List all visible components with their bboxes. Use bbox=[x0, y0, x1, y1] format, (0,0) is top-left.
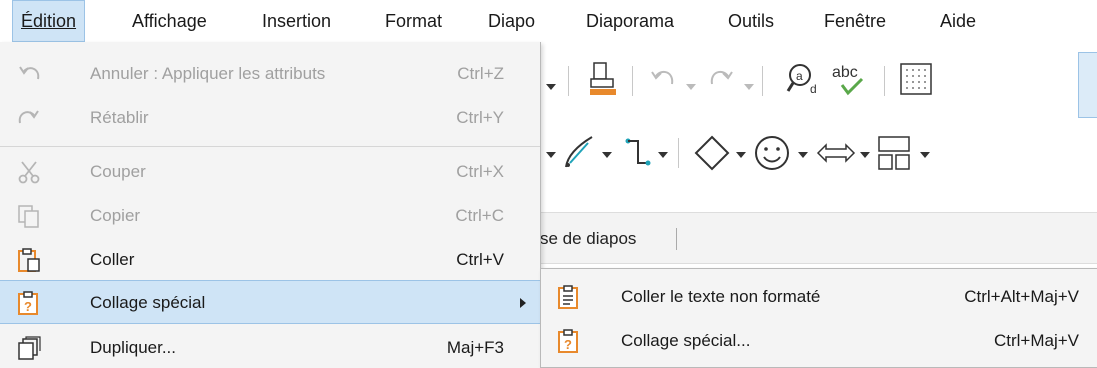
menu-label: Édition bbox=[21, 11, 77, 31]
symbol-shapes-icon[interactable] bbox=[752, 118, 792, 188]
panel-title: se de diapos bbox=[540, 229, 637, 248]
flowchart-dropdown-icon[interactable] bbox=[920, 152, 930, 158]
svg-text:?: ? bbox=[564, 337, 572, 352]
connector-dropdown-icon[interactable] bbox=[658, 152, 668, 158]
paste-special-icon: ? bbox=[16, 290, 42, 316]
menu-affichage[interactable]: Affichage bbox=[124, 0, 215, 42]
display-grid-icon[interactable] bbox=[898, 44, 934, 114]
menu-item-duplicate[interactable]: Dupliquer... Maj+F3 bbox=[0, 326, 540, 368]
menu-aide[interactable]: Aide bbox=[932, 0, 984, 42]
menu-item-label: Couper bbox=[90, 162, 146, 181]
redo-dropdown-icon[interactable] bbox=[744, 84, 754, 90]
menu-item-label: Coller bbox=[90, 250, 135, 269]
paste-unformatted-icon bbox=[557, 284, 581, 310]
toolbar-separator bbox=[568, 66, 569, 96]
menu-outils[interactable]: Outils bbox=[720, 0, 782, 42]
menu-item-copy[interactable]: Copier Ctrl+C bbox=[0, 194, 540, 238]
svg-text:a: a bbox=[796, 69, 803, 83]
dropdown-arrow-icon[interactable] bbox=[546, 152, 556, 158]
spellcheck-icon[interactable]: abc bbox=[832, 44, 868, 114]
menu-label: Diapo bbox=[488, 11, 536, 31]
redo-toolbar-icon[interactable] bbox=[706, 44, 736, 114]
duplicate-icon bbox=[16, 335, 42, 361]
menu-label: Aide bbox=[940, 11, 977, 31]
clone-formatting-icon[interactable] bbox=[588, 44, 618, 114]
find-replace-icon[interactable]: ad bbox=[786, 44, 822, 114]
menu-label: Format bbox=[385, 11, 443, 31]
undo-toolbar-icon[interactable] bbox=[648, 44, 678, 114]
menu-separator bbox=[0, 146, 540, 147]
submenu-item-paste-unformatted[interactable]: Coller le texte non formaté Ctrl+Alt+Maj… bbox=[541, 275, 1097, 319]
menu-item-shortcut: Ctrl+X bbox=[456, 162, 504, 181]
flowchart-icon[interactable] bbox=[876, 118, 912, 188]
connector-tool-icon[interactable] bbox=[624, 118, 654, 188]
paste-icon bbox=[16, 247, 42, 273]
paste-special-dialog-icon: ? bbox=[557, 328, 581, 354]
menu-item-label: Dupliquer... bbox=[90, 338, 176, 357]
redo-icon bbox=[16, 105, 42, 131]
menu-edition[interactable]: Édition bbox=[12, 0, 86, 42]
menu-item-shortcut: Ctrl+Y bbox=[456, 108, 504, 127]
menu-item-label: Copier bbox=[90, 206, 141, 225]
menu-diapo[interactable]: Diapo bbox=[480, 0, 543, 42]
menu-label: Affichage bbox=[132, 11, 207, 31]
edit-menu: Annuler : Appliquer les attributs Ctrl+Z… bbox=[0, 42, 541, 368]
menu-fenetre[interactable]: Fenêtre bbox=[816, 0, 894, 42]
paste-special-submenu: Coller le texte non formaté Ctrl+Alt+Maj… bbox=[540, 268, 1097, 368]
arrows-dropdown-icon[interactable] bbox=[860, 152, 870, 158]
symbol-dropdown-icon[interactable] bbox=[798, 152, 808, 158]
svg-text:d: d bbox=[810, 82, 817, 96]
shapes-dropdown-icon[interactable] bbox=[736, 152, 746, 158]
menu-item-shortcut: Maj+F3 bbox=[446, 338, 504, 357]
menu-item-label: Annuler : Appliquer les attributs bbox=[90, 64, 326, 83]
toolbar-separator bbox=[884, 66, 885, 96]
submenu-item-shortcut: Ctrl+Maj+V bbox=[993, 331, 1079, 350]
toolbar-separator bbox=[632, 66, 633, 96]
menu-item-cut[interactable]: Couper Ctrl+X bbox=[0, 150, 540, 194]
submenu-item-shortcut: Ctrl+Alt+Maj+V bbox=[964, 287, 1079, 306]
menu-item-paste[interactable]: Coller Ctrl+V bbox=[0, 238, 540, 282]
dropdown-arrow-icon[interactable] bbox=[546, 84, 556, 90]
menu-insertion[interactable]: Insertion bbox=[254, 0, 339, 42]
toolbar-separator bbox=[678, 138, 679, 168]
undo-dropdown-icon[interactable] bbox=[686, 84, 696, 90]
snap-to-grid-button[interactable] bbox=[1078, 52, 1097, 118]
menu-item-undo[interactable]: Annuler : Appliquer les attributs Ctrl+Z bbox=[0, 52, 540, 96]
menu-bar: Édition Affichage Insertion Format Diapo… bbox=[0, 0, 1097, 42]
svg-text:abc: abc bbox=[832, 64, 858, 81]
toolbar-separator bbox=[762, 66, 763, 96]
submenu-item-paste-special-dialog[interactable]: ? Collage spécial... Ctrl+Maj+V bbox=[541, 319, 1097, 363]
menu-label: Fenêtre bbox=[824, 11, 887, 31]
curve-tool-icon[interactable] bbox=[562, 118, 596, 188]
curve-dropdown-icon[interactable] bbox=[602, 152, 612, 158]
standard-toolbar: ad abc bbox=[540, 44, 1097, 114]
submenu-item-label: Collage spécial... bbox=[621, 331, 751, 350]
slide-pane-header: se de diapos bbox=[540, 212, 1097, 264]
menu-diaporama[interactable]: Diaporama bbox=[578, 0, 682, 42]
menu-format[interactable]: Format bbox=[377, 0, 450, 42]
menu-item-shortcut: Ctrl+V bbox=[456, 250, 504, 269]
menu-label: Outils bbox=[728, 11, 775, 31]
undo-icon bbox=[16, 61, 42, 87]
copy-icon bbox=[16, 203, 42, 229]
block-arrows-icon[interactable] bbox=[816, 118, 856, 188]
menu-item-label: Rétablir bbox=[90, 108, 149, 127]
menu-label: Insertion bbox=[262, 11, 332, 31]
menu-item-shortcut: Ctrl+Z bbox=[457, 64, 504, 83]
menu-item-shortcut: Ctrl+C bbox=[455, 206, 504, 225]
submenu-item-label: Coller le texte non formaté bbox=[621, 287, 821, 306]
svg-text:?: ? bbox=[24, 299, 32, 314]
menu-item-label: Collage spécial bbox=[90, 293, 206, 312]
panel-divider bbox=[676, 228, 677, 250]
cut-icon bbox=[16, 159, 42, 185]
basic-shapes-icon[interactable] bbox=[692, 118, 732, 188]
menu-item-paste-special[interactable]: ? Collage spécial bbox=[0, 280, 540, 324]
submenu-arrow-icon bbox=[520, 298, 526, 308]
menu-item-redo[interactable]: Rétablir Ctrl+Y bbox=[0, 96, 540, 140]
menu-label: Diaporama bbox=[586, 11, 675, 31]
drawing-toolbar bbox=[540, 118, 1097, 188]
